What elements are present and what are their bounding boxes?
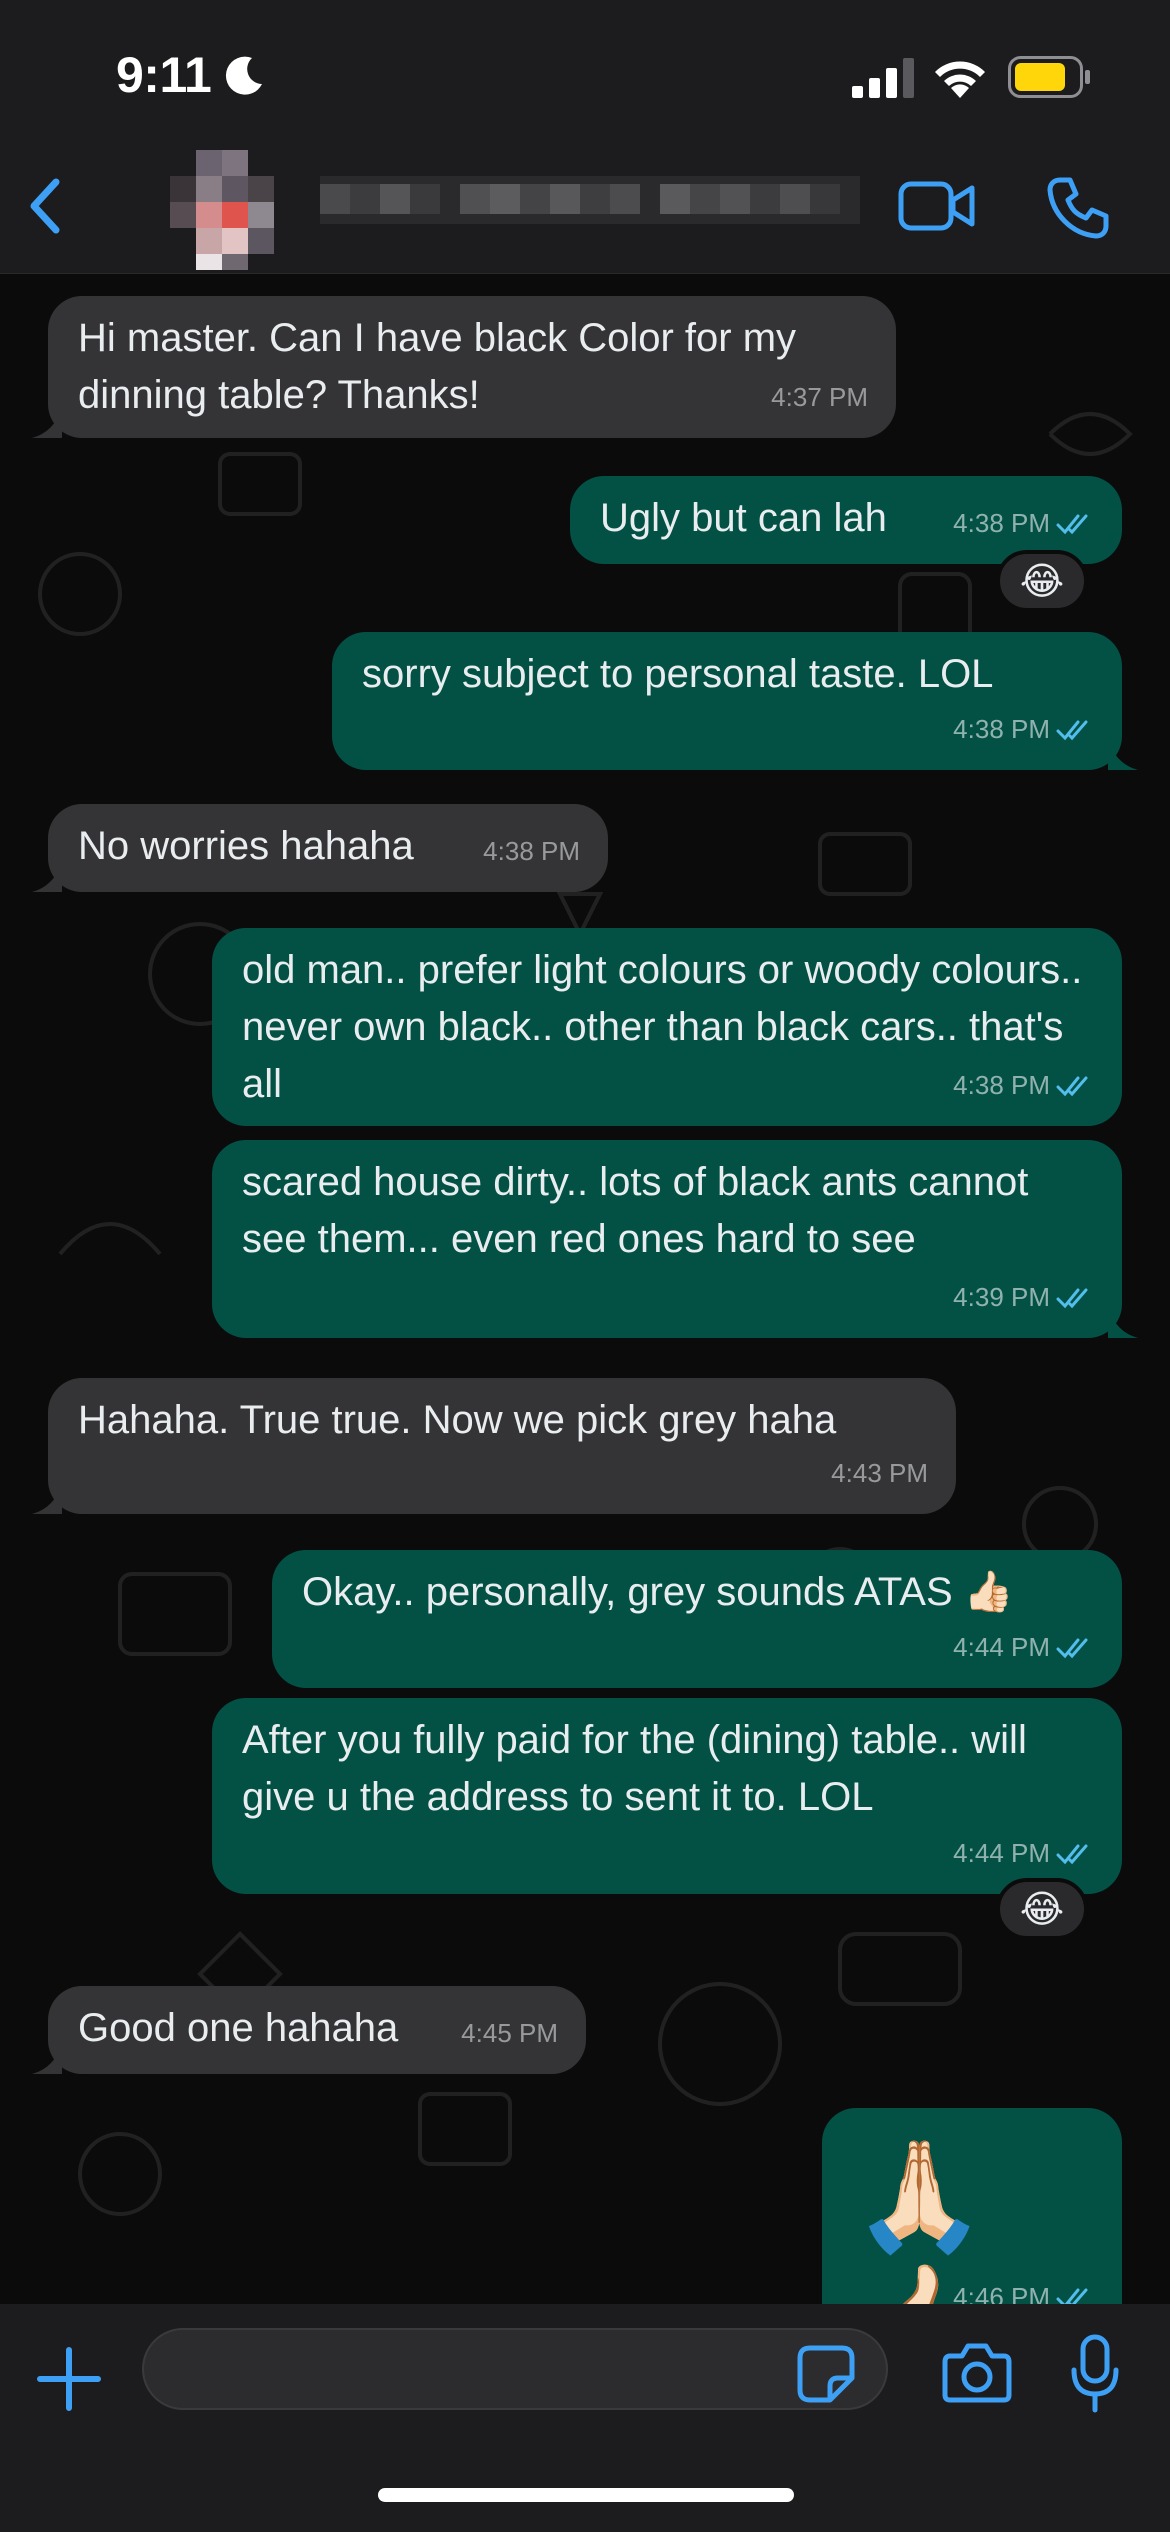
message-text: Hahaha. True true. Now we pick grey haha <box>78 1398 837 1442</box>
bubble-tail <box>32 1484 62 1514</box>
avatar[interactable] <box>170 146 300 270</box>
message-time: 4:38 PM <box>953 714 1050 744</box>
message-time: 4:44 PM <box>953 1838 1050 1868</box>
wifi-icon <box>935 61 985 98</box>
message-time: 4:38 PM <box>953 1070 1050 1100</box>
message-text: Hi master. Can I have black Color for my… <box>78 316 808 417</box>
message-input[interactable] <box>142 2328 888 2410</box>
read-receipt-icon <box>1056 514 1088 534</box>
message-time: 4:39 PM <box>953 1282 1050 1312</box>
message-time: 4:38 PM <box>953 508 1050 538</box>
chat-header <box>0 140 1170 274</box>
message-meta: 4:39 PM <box>953 1269 1094 1326</box>
message-bubble-outgoing[interactable]: sorry subject to personal taste. LOL 4:3… <box>332 632 1138 770</box>
message-bubble-outgoing[interactable]: 🙏🏻👍🏻 4:46 PM <box>822 2108 1122 2304</box>
message-text: Okay.. personally, grey sounds ATAS 👍🏻 <box>302 1570 1014 1614</box>
message-text: sorry subject to personal taste. LOL <box>362 652 994 696</box>
message-time: 4:38 PM <box>483 836 580 866</box>
message-bubble-incoming[interactable]: Good one hahaha 4:45 PM <box>32 1986 586 2074</box>
message-time: 4:37 PM <box>771 382 868 412</box>
message-bubble-incoming[interactable]: Hi master. Can I have black Color for my… <box>32 296 896 438</box>
camera-icon[interactable] <box>942 2342 1012 2404</box>
message-time: 4:44 PM <box>953 1632 1050 1662</box>
message-bubble-outgoing[interactable]: After you fully paid for the (dining) ta… <box>212 1698 1122 1894</box>
bubble-tail <box>32 408 62 438</box>
message-bubble-outgoing[interactable]: Okay.. personally, grey sounds ATAS 👍🏻 4… <box>272 1550 1122 1688</box>
status-time: 9:11 <box>116 47 212 103</box>
message-meta: 4:38 PM <box>953 495 1094 552</box>
read-receipt-icon <box>1056 720 1088 740</box>
reaction-badge[interactable]: 😂 <box>996 550 1088 612</box>
read-receipt-icon <box>1056 2288 1088 2304</box>
microphone-icon[interactable] <box>1070 2334 1120 2414</box>
video-camera-icon[interactable] <box>898 176 976 236</box>
read-receipt-icon <box>1056 1288 1088 1308</box>
message-meta: 4:43 PM <box>831 1445 928 1502</box>
message-meta: 4:38 PM <box>953 1057 1094 1114</box>
reaction-badge[interactable]: 😂 <box>996 1878 1088 1940</box>
status-bar: 9:11 <box>0 0 1170 140</box>
message-meta: 4:45 PM <box>461 2005 558 2062</box>
phone-icon[interactable] <box>1046 176 1110 240</box>
moon-icon <box>225 56 262 95</box>
message-time: 4:43 PM <box>831 1458 928 1488</box>
message-meta: 4:46 PM <box>953 2269 1094 2304</box>
read-receipt-icon <box>1056 1844 1088 1864</box>
blurred-name-pixels <box>320 176 860 224</box>
bubble-tail <box>32 2044 62 2074</box>
cellular-signal-icon <box>852 58 914 98</box>
battery-icon <box>1008 56 1090 98</box>
message-bubble-incoming[interactable]: Hahaha. True true. Now we pick grey haha… <box>32 1378 956 1514</box>
message-bubble-outgoing[interactable]: old man.. prefer light colours or woody … <box>212 928 1122 1126</box>
message-time: 4:45 PM <box>461 2018 558 2048</box>
chat-area[interactable]: Hi master. Can I have black Color for my… <box>0 274 1170 2304</box>
message-text: scared house dirty.. lots of black ants … <box>242 1160 1040 1261</box>
sticker-icon[interactable] <box>796 2344 856 2404</box>
message-time: 4:46 PM <box>953 2282 1050 2304</box>
home-indicator[interactable] <box>378 2488 794 2502</box>
message-bubble-outgoing[interactable]: scared house dirty.. lots of black ants … <box>212 1140 1138 1338</box>
message-text: After you fully paid for the (dining) ta… <box>242 1718 1038 1819</box>
message-meta: 4:44 PM <box>953 1619 1094 1676</box>
contact-name[interactable] <box>320 170 860 230</box>
message-meta: 4:44 PM <box>953 1825 1094 1882</box>
chevron-left-icon[interactable] <box>22 174 70 238</box>
read-receipt-icon <box>1056 1076 1088 1096</box>
message-meta: 4:38 PM <box>953 701 1094 758</box>
bubble-tail <box>32 862 62 892</box>
message-meta: 4:38 PM <box>483 823 580 880</box>
message-bubble-incoming[interactable]: No worries hahaha 4:38 PM <box>32 804 608 892</box>
plus-icon[interactable] <box>36 2346 102 2412</box>
read-receipt-icon <box>1056 1638 1088 1658</box>
bubble-tail <box>1108 1308 1138 1338</box>
bubble-tail <box>1108 740 1138 770</box>
message-meta: 4:37 PM <box>771 369 868 426</box>
